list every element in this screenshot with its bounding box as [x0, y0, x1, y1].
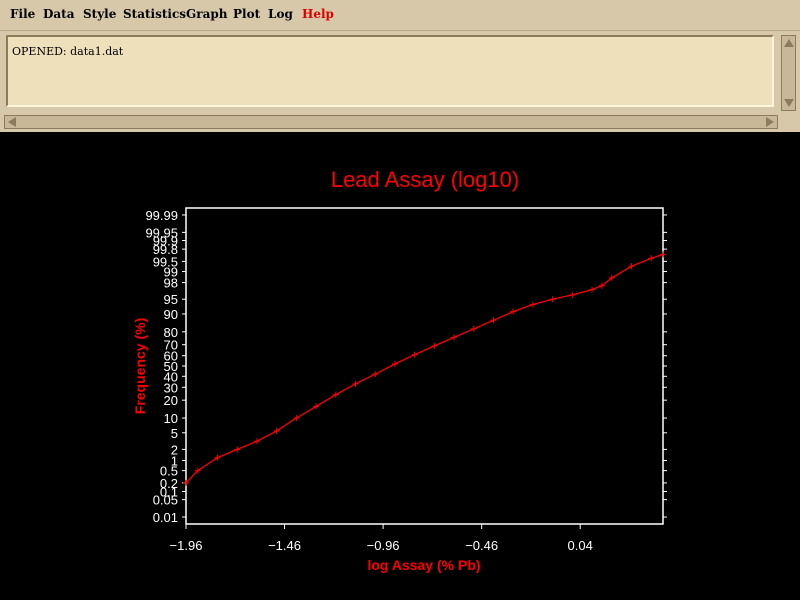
chart-title: Lead Assay (log10): [331, 167, 519, 192]
top-panel: File Data Style Statistics Graph Plot Lo…: [0, 0, 800, 132]
probability-plot: Lead Assay (log10) 0.010.050.10.20.51251…: [132, 167, 667, 573]
data-point: [451, 334, 458, 341]
y-tick-label: 2: [171, 442, 178, 457]
log-text: OPENED: data1.dat: [12, 45, 124, 58]
data-point: [253, 438, 260, 445]
menu-help[interactable]: Help: [302, 7, 334, 21]
data-point: [332, 391, 339, 398]
x-axis: −1.96 −1.46 −0.96 −0.46 0.04: [170, 524, 593, 553]
menu-graph[interactable]: Graph: [186, 7, 227, 21]
data-point: [529, 301, 536, 308]
data-point: [490, 317, 497, 324]
data-series: [183, 251, 666, 486]
menu-log[interactable]: Log: [268, 7, 293, 21]
scroll-down-arrow-icon[interactable]: [784, 99, 794, 107]
data-point: [628, 263, 635, 270]
scroll-up-arrow-icon[interactable]: [784, 39, 794, 47]
vertical-scrollbar[interactable]: [781, 35, 796, 111]
x-tick-label: 0.04: [568, 538, 593, 553]
menu-plot[interactable]: Plot: [233, 7, 260, 21]
data-point: [372, 371, 379, 378]
menu-file[interactable]: File: [10, 7, 35, 21]
x-axis-label: log Assay (% Pb): [367, 557, 480, 573]
y-tick-label: 70: [164, 338, 178, 353]
data-point: [648, 255, 655, 262]
y-tick-label: 99.95: [145, 225, 178, 240]
data-point: [549, 296, 556, 303]
y-tick-label: 95: [164, 292, 178, 307]
data-point: [470, 325, 477, 332]
series-line: [185, 253, 664, 484]
y-tick-label: 5: [171, 426, 178, 441]
data-point: [234, 446, 241, 453]
data-point: [589, 286, 596, 293]
y-tick-label: 99.99: [145, 208, 178, 223]
horizontal-scrollbar[interactable]: [4, 115, 778, 129]
plot-frame: [185, 207, 664, 525]
menu-style[interactable]: Style: [83, 7, 116, 21]
x-tick-label: −1.96: [170, 538, 203, 553]
scroll-right-arrow-icon[interactable]: [766, 117, 774, 127]
scroll-left-arrow-icon[interactable]: [8, 117, 16, 127]
data-point: [510, 308, 517, 315]
y-tick-label: 80: [164, 325, 178, 340]
data-point: [313, 403, 320, 410]
menu-data[interactable]: Data: [43, 7, 75, 21]
y-tick-label: 90: [164, 307, 178, 322]
y-tick-label: 10: [164, 411, 178, 426]
data-point: [660, 251, 666, 258]
x-tick-label: −0.46: [465, 538, 498, 553]
log-text-area[interactable]: OPENED: data1.dat: [6, 35, 774, 107]
data-point: [411, 351, 418, 358]
menu-bar: File Data Style Statistics Graph Plot Lo…: [0, 0, 800, 31]
y-tick-label: 20: [164, 393, 178, 408]
y-axis-label: Frequency (%): [132, 318, 148, 414]
y-tick-label: 0.01: [153, 510, 178, 525]
x-tick-label: −0.96: [367, 538, 400, 553]
data-point: [391, 360, 398, 367]
data-point: [431, 342, 438, 349]
x-tick-label: −1.46: [268, 538, 301, 553]
y-axis: 0.010.050.10.20.512510203040506070809095…: [145, 208, 667, 525]
data-point: [569, 291, 576, 298]
menu-statistics[interactable]: Statistics: [123, 7, 186, 21]
data-point: [352, 380, 359, 387]
